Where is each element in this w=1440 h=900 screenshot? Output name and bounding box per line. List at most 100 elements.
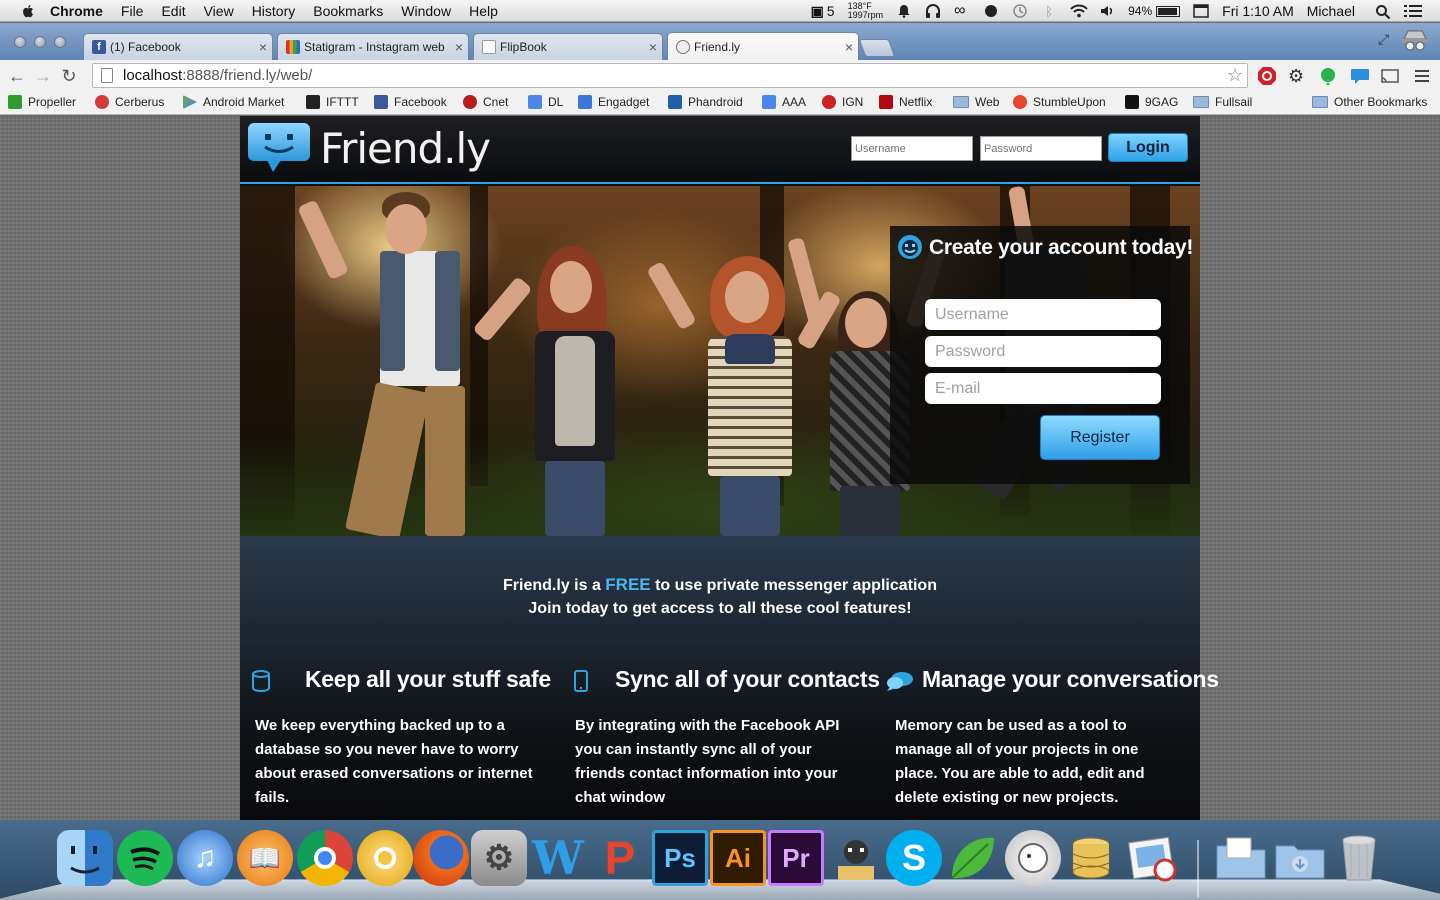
chat-bubble-logo-icon[interactable] [247, 122, 311, 174]
menubar-user[interactable]: Michael [1307, 3, 1355, 19]
menu-edit[interactable]: Edit [161, 3, 185, 19]
trash-icon[interactable] [1331, 830, 1387, 886]
adblock-extension-icon[interactable] [1257, 66, 1277, 86]
address-bar[interactable]: localhost :8888/friend.ly/web/ ☆ [92, 63, 1248, 88]
tab-close-icon[interactable]: × [644, 39, 662, 55]
window-minimize-button[interactable] [34, 36, 46, 48]
fullscreen-icon[interactable]: ⤢ [1378, 31, 1389, 48]
evernote-extension-icon[interactable] [1318, 66, 1338, 86]
register-username-input[interactable]: Username [925, 299, 1161, 330]
leaf-icon[interactable] [944, 830, 1000, 886]
photoshop-icon[interactable]: Ps [652, 830, 708, 886]
downloads-folder-icon[interactable] [1272, 830, 1328, 886]
bookmark-dl[interactable]: DL [528, 95, 563, 109]
new-tab-button[interactable] [858, 39, 896, 57]
word-icon[interactable]: W [530, 830, 586, 886]
tab-statigram[interactable]: Statigram - Instagram web × [277, 33, 469, 60]
firefox-icon[interactable] [413, 830, 469, 886]
finder-icon[interactable] [57, 830, 113, 886]
menu-file[interactable]: File [121, 3, 144, 19]
tab-close-icon[interactable]: × [450, 39, 468, 55]
time-machine-icon[interactable] [1012, 4, 1028, 18]
spotify-icon[interactable] [117, 830, 173, 886]
bookmark-cerberus[interactable]: Cerberus [95, 95, 164, 109]
bluetooth-icon[interactable]: ᛒ [1041, 4, 1057, 19]
itunes-icon[interactable]: ♫ [177, 830, 233, 886]
status-menu-extra[interactable]: ▣ 5 [811, 3, 835, 20]
bookmark-other-bookmarks[interactable]: Other Bookmarks [1312, 95, 1427, 109]
preview-icon[interactable] [1125, 830, 1181, 886]
bookmark-star-icon[interactable]: ☆ [1227, 65, 1243, 86]
documents-folder-icon[interactable] [1213, 830, 1269, 886]
bookmark-netflix[interactable]: Netflix [879, 95, 932, 109]
system-preferences-icon[interactable]: ⚙ [471, 830, 527, 886]
tab-close-icon[interactable]: × [254, 39, 272, 55]
skype-icon[interactable]: S [886, 830, 942, 886]
header-password-input[interactable] [980, 136, 1102, 161]
cast-extension-icon[interactable] [1380, 66, 1400, 86]
chrome-icon[interactable] [297, 830, 353, 886]
back-arrow-icon[interactable]: ← [4, 63, 30, 89]
register-button[interactable]: Register [1040, 415, 1160, 460]
volume-icon[interactable] [1099, 4, 1115, 18]
sequel-pro-icon[interactable] [1005, 830, 1061, 886]
gear-extension-icon[interactable]: ⚙ [1288, 66, 1308, 86]
menu-bookmarks[interactable]: Bookmarks [313, 3, 383, 19]
calendar-icon[interactable] [1193, 4, 1209, 18]
reload-icon[interactable]: ↻ [56, 63, 82, 89]
bookmark-phandroid[interactable]: Phandroid [668, 95, 743, 109]
headphones-icon[interactable] [925, 4, 941, 18]
menubar-clock[interactable]: Fri 1:10 AM [1222, 3, 1294, 19]
ibooks-icon[interactable]: 📖 [237, 830, 293, 886]
bookmark-engadget[interactable]: Engadget [578, 95, 649, 109]
bookmark-propeller[interactable]: Propeller [8, 95, 76, 109]
forward-arrow-icon[interactable]: → [30, 63, 56, 89]
wifi-icon[interactable] [1070, 4, 1088, 18]
temperature-monitor[interactable]: 138°F 1997rpm [848, 2, 884, 20]
github-icon[interactable] [828, 830, 884, 886]
bookmark-aaa[interactable]: AAA [762, 95, 806, 109]
drop-icon[interactable] [983, 4, 999, 18]
bookmark-cnet[interactable]: Cnet [463, 95, 508, 109]
menu-history[interactable]: History [252, 3, 296, 19]
register-email-input[interactable]: E-mail [925, 373, 1161, 404]
feature-text: Memory can be used as a tool to manage a… [895, 717, 1145, 806]
infinity-icon[interactable]: ∞ [954, 3, 970, 19]
illustrator-icon[interactable]: Ai [710, 830, 766, 886]
menu-view[interactable]: View [204, 3, 234, 19]
bookmark-facebook[interactable]: Facebook [374, 95, 447, 109]
premiere-icon[interactable]: Pr [768, 830, 824, 886]
database-icon[interactable] [1063, 830, 1119, 886]
tab-facebook[interactable]: f (1) Facebook × [83, 33, 273, 60]
register-password-input[interactable]: Password [925, 336, 1161, 367]
incognito-profile-icon[interactable] [1400, 29, 1430, 53]
spotlight-search-icon[interactable] [1375, 4, 1391, 20]
window-close-button[interactable] [14, 36, 26, 48]
bookmark-stumbleupon[interactable]: StumbleUpon [1013, 95, 1106, 109]
tab-flipbook[interactable]: FlipBook × [473, 33, 663, 60]
bookmark-folder-web[interactable]: Web [953, 95, 999, 109]
menu-help[interactable]: Help [469, 3, 498, 19]
bookmark-ifttt[interactable]: IFTTT [306, 95, 359, 109]
site-logo-text[interactable]: Friend.ly [320, 124, 491, 173]
bookmark-ign[interactable]: IGN [822, 95, 863, 109]
chat-extension-icon[interactable] [1350, 66, 1370, 86]
bookmark-folder-fullsail[interactable]: Fullsail [1193, 95, 1252, 109]
menu-window[interactable]: Window [401, 3, 451, 19]
pages-icon[interactable]: P [592, 830, 648, 886]
window-zoom-button[interactable] [54, 36, 66, 48]
battery-status[interactable]: 94% [1128, 4, 1181, 18]
apple-icon[interactable] [20, 3, 36, 19]
notification-center-icon[interactable] [1404, 4, 1422, 18]
chrome-menu-icon[interactable] [1412, 66, 1432, 86]
chrome-canary-icon[interactable] [357, 830, 413, 886]
menu-app-chrome[interactable]: Chrome [50, 3, 103, 19]
phandroid-icon [668, 95, 682, 109]
login-button[interactable]: Login [1108, 133, 1188, 162]
notification-bell-icon[interactable] [896, 4, 912, 18]
header-username-input[interactable] [851, 136, 973, 161]
bookmark-android-market[interactable]: Android Market [183, 95, 284, 109]
tab-close-icon[interactable]: × [840, 39, 858, 55]
bookmark-9gag[interactable]: 9GAG [1125, 95, 1178, 109]
tab-friendly[interactable]: Friend.ly × [667, 32, 859, 60]
